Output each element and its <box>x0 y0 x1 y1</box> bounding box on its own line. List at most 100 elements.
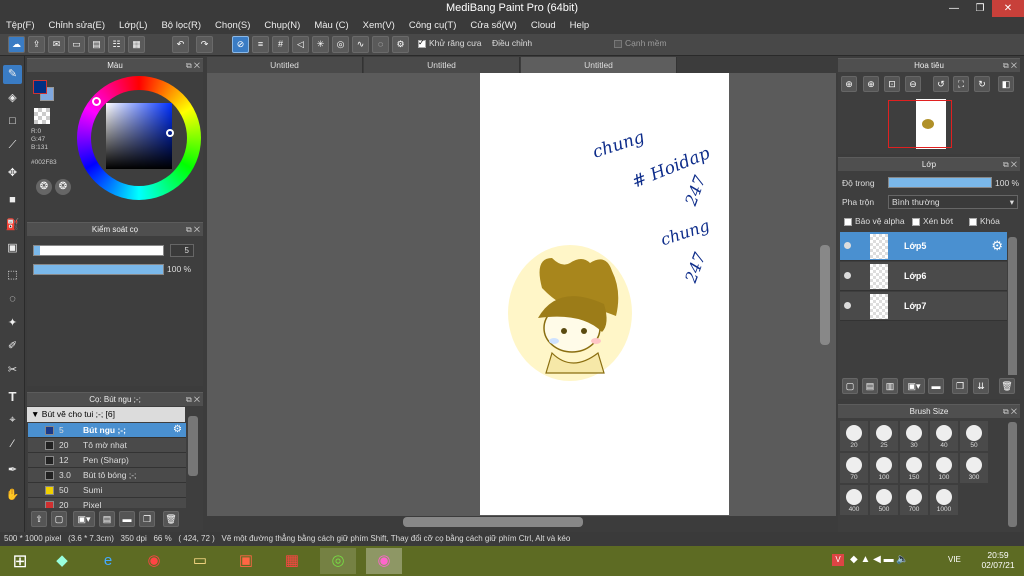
rotate-right-icon[interactable]: ↻ <box>974 76 990 92</box>
lasso-tool-icon[interactable]: ◌ <box>3 290 22 309</box>
blend-select[interactable]: Bình thường ▾ <box>888 195 1018 209</box>
brush-size-preset[interactable]: 20 <box>840 421 868 451</box>
list-icon[interactable]: ☷ <box>108 36 125 53</box>
redo-icon[interactable]: ↷ <box>196 36 213 53</box>
panel-expand-icon[interactable]: ⧉ ✕ <box>1003 405 1017 419</box>
clock[interactable]: 20:59 02/07/21 <box>978 550 1018 570</box>
menu-item-9[interactable]: Cửa sổ(W) <box>470 20 516 31</box>
grid-icon[interactable]: ▦ <box>128 36 145 53</box>
bluestacks-icon[interactable]: ◆ <box>44 548 80 574</box>
brush-size-preset[interactable]: 70 <box>840 453 868 483</box>
panel-expand-icon[interactable]: ⧉ ✕ <box>186 59 200 73</box>
select-eraser-tool-icon[interactable]: ✂ <box>3 361 22 380</box>
start-icon[interactable]: ⊞ <box>2 548 38 574</box>
brush-size-preset[interactable]: 150 <box>900 453 928 483</box>
gear-icon[interactable]: ⚙ <box>991 238 1003 254</box>
tab-untitled-3[interactable]: Untitled <box>521 57 677 73</box>
panel-expand-icon[interactable]: ⧉ ✕ <box>1003 158 1017 172</box>
brush-size-scrollbar[interactable] <box>1008 422 1017 527</box>
minimize-button[interactable]: — <box>940 0 968 17</box>
dropper-tool-icon[interactable]: ⁄ <box>3 435 22 454</box>
rect-tool-icon[interactable]: □ <box>3 112 22 131</box>
tray-icons[interactable]: ◆ ▲ ◀ ▬ 🔈 <box>850 554 909 565</box>
visibility-icon[interactable] <box>844 242 851 249</box>
language-indicator[interactable]: VIE <box>948 555 961 564</box>
line-tool-icon[interactable]: ⟋ <box>3 136 22 155</box>
brush-size-preset[interactable]: 25 <box>870 421 898 451</box>
menu-item-7[interactable]: Xem(V) <box>363 20 395 31</box>
brush-size-preset[interactable]: 40 <box>930 421 958 451</box>
cloud-icon[interactable]: ☁ <box>8 36 25 53</box>
powerpoint-icon[interactable]: ▣ <box>228 548 264 574</box>
brush-add-icon[interactable]: ⇧ <box>31 511 47 527</box>
tab-untitled-1[interactable]: Untitled <box>207 57 363 73</box>
gallery-icon[interactable]: ▭ <box>68 36 85 53</box>
eyedropper-tool-icon[interactable]: ✒ <box>3 461 22 480</box>
clipping-option[interactable]: Xén bớt <box>912 216 953 226</box>
comment-icon[interactable]: ✉ <box>48 36 65 53</box>
brush-item[interactable]: 3.0 Bút tô bóng ;-; <box>28 468 186 483</box>
primary-color-swatch[interactable] <box>33 80 47 94</box>
tab-untitled-2[interactable]: Untitled <box>364 57 520 73</box>
brush-size-preset[interactable]: 400 <box>840 485 868 515</box>
protect-alpha-option[interactable]: Bảo vệ alpha <box>844 216 905 226</box>
layer-folder-icon[interactable]: ▬ <box>928 378 944 394</box>
menu-item-10[interactable]: Cloud <box>531 20 556 31</box>
brush-size-preset[interactable]: 100 <box>930 453 958 483</box>
magic-wand-tool-icon[interactable]: ✦ <box>3 314 22 333</box>
brush-item[interactable]: 20 Tô mờ nhạt <box>28 438 186 453</box>
flip-icon[interactable]: ◧ <box>998 76 1014 92</box>
text-tool-icon[interactable]: T <box>3 387 22 406</box>
brush-size-preset[interactable]: 300 <box>960 453 988 483</box>
brush-group-header[interactable]: ▼ Bút vẽ cho tui ;-; [6] <box>27 407 185 422</box>
app-grid-icon[interactable]: ▦ <box>274 548 310 574</box>
brush-tool-icon[interactable]: ✎ <box>3 65 22 84</box>
menu-item-2[interactable]: Lớp(L) <box>119 20 147 31</box>
brush-size-preset[interactable]: 700 <box>900 485 928 515</box>
protect-alpha-checkbox[interactable] <box>844 217 852 226</box>
navigator-viewport[interactable] <box>888 100 952 148</box>
chrome-icon[interactable]: ◉ <box>136 548 172 574</box>
internet-explorer-icon[interactable]: e <box>90 548 126 574</box>
brush-size-preset[interactable]: 100 <box>870 453 898 483</box>
lock-checkbox[interactable] <box>969 217 977 226</box>
color-picker-handle[interactable] <box>166 129 174 137</box>
share-icon[interactable]: ⇪ <box>28 36 45 53</box>
brush-list-scrollbar[interactable] <box>188 416 198 476</box>
gear-icon[interactable]: ⚙ <box>173 424 182 435</box>
snap-parallel-icon[interactable]: ≡ <box>252 36 269 53</box>
transparent-swatch[interactable] <box>34 108 50 124</box>
zoom-in-icon[interactable]: ⊕ <box>863 76 879 92</box>
antialias-checkbox[interactable] <box>418 38 426 48</box>
hand-tool-icon[interactable]: ✋ <box>3 486 22 505</box>
brush-item[interactable]: 5 Bút ngu ;-; ⚙ <box>28 423 186 438</box>
brush-item[interactable]: 12 Pen (Sharp) <box>28 453 186 468</box>
snap-radial-icon[interactable]: ✳ <box>312 36 329 53</box>
brush-opacity-slider[interactable] <box>33 264 164 275</box>
select-pen-tool-icon[interactable]: ✐ <box>3 337 22 356</box>
gradient-tool-icon[interactable]: ▣ <box>3 239 22 258</box>
maximize-button[interactable]: ❐ <box>966 0 994 17</box>
layer-new-color-icon[interactable]: ▤ <box>862 378 878 394</box>
unikey-icon[interactable]: V <box>832 554 844 566</box>
canvas-horizontal-scrollbar[interactable] <box>403 517 583 527</box>
medibang-taskbar-icon[interactable]: ◉ <box>366 548 402 574</box>
brush-new-icon[interactable]: ▢ <box>51 511 67 527</box>
layer-list-scrollbar[interactable] <box>1008 237 1017 387</box>
menu-item-3[interactable]: Bộ lọc(R) <box>161 20 201 31</box>
snap-ellipse-icon[interactable]: ◌ <box>372 36 389 53</box>
visibility-icon[interactable] <box>844 272 851 279</box>
layer-opacity-slider[interactable] <box>888 177 992 188</box>
layer-new-halftone-icon[interactable]: ▥ <box>882 378 898 394</box>
menu-item-6[interactable]: Màu (C) <box>314 20 348 31</box>
eraser-tool-icon[interactable]: ◈ <box>3 89 22 108</box>
layer-menu-icon[interactable]: ▣▾ <box>903 378 925 394</box>
settings-icon[interactable]: ⚙ <box>392 36 409 53</box>
rotate-left-icon[interactable]: ↺ <box>933 76 949 92</box>
divide-tool-icon[interactable]: ⌖ <box>3 411 22 430</box>
visibility-icon[interactable] <box>844 302 851 309</box>
zoom-out-icon[interactable]: ⊖ <box>905 76 921 92</box>
brush-size-value[interactable]: 5 <box>170 244 194 257</box>
trash-icon[interactable]: 🗑 <box>163 511 179 527</box>
canvas-vertical-scrollbar[interactable] <box>820 245 830 345</box>
